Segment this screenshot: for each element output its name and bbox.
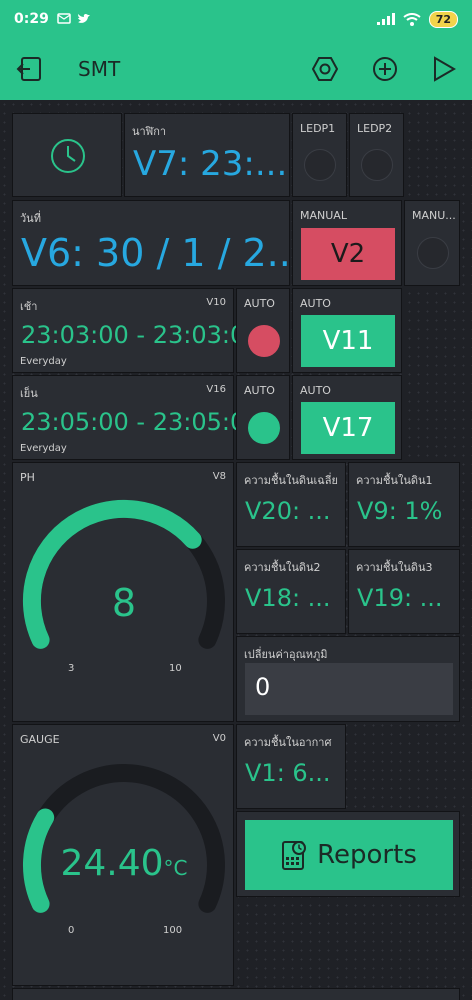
temp-input-tile: เปลี่ยนค่าอุณหภูมิ 0 <box>236 636 460 722</box>
v11-button[interactable]: V11 <box>301 315 395 367</box>
soil2-display: ความชื้นในดิน2 V18: ... <box>236 549 346 634</box>
humidity-display: ความชื้นในอากาศ V1: 6... <box>236 724 346 809</box>
evening-pin: V16 <box>206 384 226 395</box>
led-p1-label: LEDP1 <box>300 122 336 135</box>
app-bar: SMT <box>0 38 472 100</box>
evening-timer[interactable]: เย็น V16 23:05:00 - 23:05:07 Everyday <box>12 375 261 460</box>
date-value: V6: 30 / 1 / 2... <box>21 231 287 275</box>
status-bar: 0:29 72 <box>0 0 472 38</box>
app-title: SMT <box>78 57 121 81</box>
reports-label: Reports <box>317 840 417 870</box>
auto-btn-2-label: AUTO <box>300 384 331 397</box>
manual-tile: MANUAL V2 <box>292 200 402 286</box>
auto-btn-2-tile: AUTO V17 <box>292 375 402 460</box>
clock-label: นาฬิกา <box>132 125 167 138</box>
auto-led-2: AUTO <box>236 375 290 460</box>
reports-button[interactable]: Reports <box>245 820 453 890</box>
manual2-tile: MANU... <box>404 200 460 286</box>
clock-value: V7: 23:... <box>133 144 288 184</box>
v17-button[interactable]: V17 <box>301 402 395 454</box>
soil3-label: ความชื้นในดิน3 <box>356 561 433 574</box>
ph-value: 8 <box>111 581 137 625</box>
morning-value: 23:03:00 - 23:03:07 <box>21 321 261 349</box>
signal-icon <box>376 13 395 25</box>
ph-gauge-tile: PH V8 8 3 10 <box>12 462 234 722</box>
soil3-value: V19: ... <box>357 584 443 612</box>
soil1-label: ความชื้นในดิน1 <box>356 474 433 487</box>
temp-input-value: 0 <box>255 673 271 701</box>
ph-min: 3 <box>68 663 75 674</box>
morning-label: เช้า <box>20 300 38 313</box>
morning-pin: V10 <box>206 297 226 308</box>
twitter-icon <box>77 13 90 23</box>
clock-icon <box>51 139 85 173</box>
auto-led-2-label: AUTO <box>244 384 275 397</box>
gauge-pin: V0 <box>212 733 226 744</box>
settings-hex-icon[interactable] <box>312 56 338 82</box>
auto-led-2-indicator <box>248 412 280 444</box>
led-p1-indicator <box>304 149 336 181</box>
reports-tile: Reports <box>236 811 460 897</box>
temp-input-field[interactable]: 0 <box>245 663 453 715</box>
temp-input-label: เปลี่ยนค่าอุณหภูมิ <box>244 648 328 661</box>
date-label: วันที่ <box>20 212 41 225</box>
gauge-unit: °C <box>163 856 188 880</box>
report-document-icon <box>282 841 307 870</box>
play-icon[interactable] <box>432 56 456 82</box>
gauge-label: GAUGE <box>20 733 60 746</box>
manual-v2-button[interactable]: V2 <box>301 228 395 280</box>
humidity-label: ความชื้นในอากาศ <box>244 736 332 749</box>
morning-timer[interactable]: เช้า V10 23:03:00 - 23:03:07 Everyday <box>12 288 261 373</box>
ph-pin: V8 <box>212 471 226 482</box>
humidity-value: V1: 6... <box>245 759 331 787</box>
auto-led-1-indicator <box>248 325 280 357</box>
soil1-value: V9: 1% <box>357 497 443 525</box>
ph-max: 10 <box>169 663 182 674</box>
soil3-display: ความชื้นในดิน3 V19: ... <box>348 549 460 634</box>
status-time: 0:29 <box>14 11 49 27</box>
temp-gauge-tile: GAUGE V0 24.40°C 0 100 <box>12 724 234 986</box>
evening-value: 23:05:00 - 23:05:07 <box>21 408 261 436</box>
auto-led-1: AUTO <box>236 288 290 373</box>
date-display: วันที่ V6: 30 / 1 / 2... <box>12 200 290 286</box>
morning-repeat: Everyday <box>20 356 67 367</box>
soil1-display: ความชื้นในดิน1 V9: 1% <box>348 462 460 547</box>
soil-avg-label: ความชื้นในดินเฉลี่ย <box>244 474 338 487</box>
auto-led-1-label: AUTO <box>244 297 275 310</box>
auto-btn-1-label: AUTO <box>300 297 331 310</box>
soil2-value: V18: ... <box>245 584 331 612</box>
led-p2: LEDP2 <box>349 113 404 197</box>
gauge-value-row: 24.40°C <box>13 843 235 884</box>
soil-avg-display: ความชื้นในดินเฉลี่ย V20: ... <box>236 462 346 547</box>
led-p1: LEDP1 <box>292 113 347 197</box>
soil2-label: ความชื้นในดิน2 <box>244 561 321 574</box>
gauge-value: 24.40 <box>60 843 164 884</box>
gauge-min: 0 <box>68 925 75 936</box>
led-p2-indicator <box>361 149 393 181</box>
manual2-label: MANU... <box>412 209 456 222</box>
back-frame-icon[interactable] <box>16 55 44 83</box>
manual2-indicator <box>417 237 449 269</box>
auto-btn-1-tile: AUTO V11 <box>292 288 402 373</box>
evening-label: เย็น <box>20 387 38 400</box>
evening-repeat: Everyday <box>20 443 67 454</box>
temp-gauge-track <box>23 764 225 913</box>
gauge-max: 100 <box>163 925 183 936</box>
clock-display: นาฬิกา V7: 23:... <box>124 113 290 197</box>
bottom-partial-tile <box>12 988 460 1000</box>
message-icon <box>57 13 71 24</box>
led-p2-label: LEDP2 <box>357 122 393 135</box>
manual-label: MANUAL <box>300 209 347 222</box>
clock-icon-tile[interactable] <box>12 113 122 197</box>
wifi-icon <box>403 12 421 26</box>
soil-avg-value: V20: ... <box>245 497 331 525</box>
battery-icon: 72 <box>428 10 458 28</box>
add-icon[interactable] <box>372 56 398 82</box>
